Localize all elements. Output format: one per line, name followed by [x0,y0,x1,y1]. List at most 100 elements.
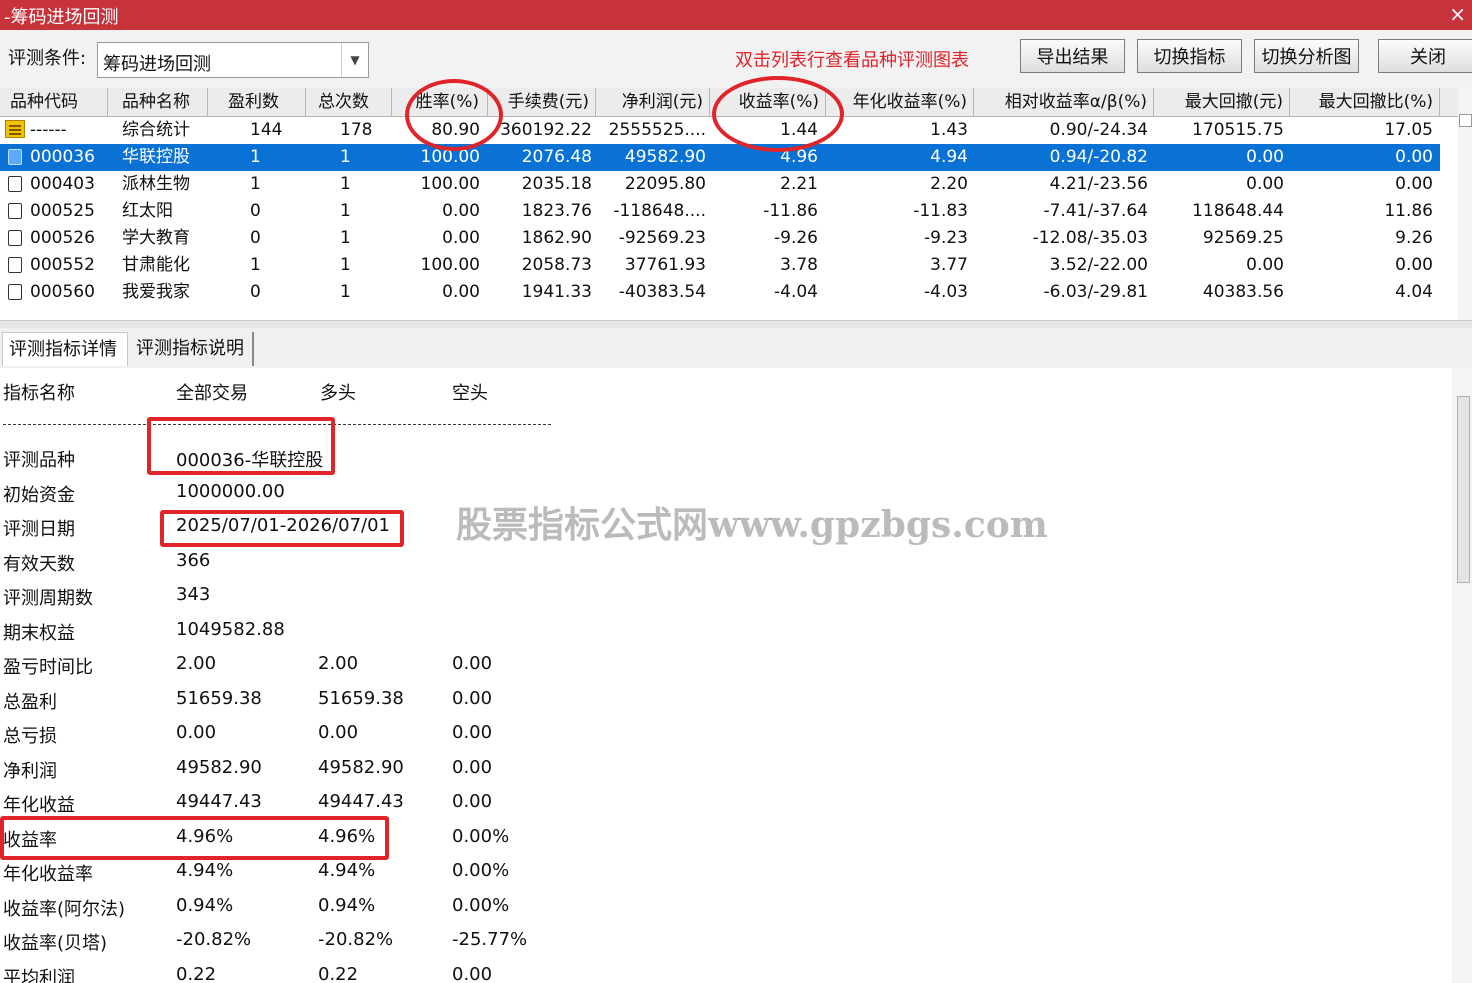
detail-header-name: 指标名称 [3,383,75,404]
cell-total: 1 [340,255,351,275]
table-row[interactable]: 000036 华联控股 1 1 100.00 2076.48 49582.90 4.96 4.9… [0,144,1440,171]
cell-ddr: 11.86 [1384,201,1433,221]
detail-header-all: 全部交易 [176,383,248,404]
metric-label: 评测品种 [3,450,75,471]
column-header-annual-return[interactable]: 年化收益率(%) [826,88,974,116]
metric-value-all: 0.22 [176,963,217,983]
metric-value-short: -25.77% [452,929,528,950]
document-icon [8,149,22,165]
tab-metric-description[interactable]: 评测指标说明 [130,332,254,366]
table-row[interactable]: 000560 我爱我家 0 1 0.00 1941.33 -40383.54 -4.04 -4.… [0,279,1440,306]
cell-annual: -9.23 [924,228,968,248]
cell-total: 1 [340,174,351,194]
column-header-net-profit[interactable]: 净利润(元) [596,88,710,116]
toolbar: 评测条件: 筹码进场回测 ▼ 双击列表行查看品种评测图表 导出结果 切换指标 切… [0,30,1472,88]
cell-ret: -4.04 [774,282,818,302]
metric-value-all: 4.94% [176,860,234,881]
cell-name: 红太阳 [122,201,173,221]
switch-chart-button[interactable]: 切换分析图 [1254,39,1359,73]
window-close-icon[interactable]: × [1449,2,1466,26]
cell-win-rate: 80.90 [431,120,480,140]
export-button[interactable]: 导出结果 [1020,39,1125,73]
cell-name: 综合统计 [122,120,190,140]
cell-total: 1 [340,147,351,167]
cell-win-rate: 0.00 [442,282,480,302]
cell-total: 178 [340,120,373,140]
table-row[interactable]: 000552 甘肃能化 1 1 100.00 2058.73 37761.93 3.78 3.7… [0,252,1440,279]
cell-ab: -12.08/-35.03 [1032,228,1148,248]
column-header-name[interactable]: 品种名称 [108,88,208,116]
column-header-fee[interactable]: 手续费(元) [488,88,596,116]
cell-fee: 1823.76 [521,201,592,221]
cell-ab: -7.41/-37.64 [1043,201,1148,221]
cell-ret: 2.21 [780,174,818,194]
cell-dd: 92569.25 [1202,228,1284,248]
column-header-wins[interactable]: 盈利数 [208,88,306,116]
cell-dd: 40383.56 [1202,282,1284,302]
detail-header-short: 空头 [452,383,488,404]
metric-value-all: 51659.38 [176,687,262,709]
column-header-max-drawdown[interactable]: 最大回撤(元) [1154,88,1290,116]
scroll-thumb[interactable] [1457,396,1470,583]
column-header-return[interactable]: 收益率(%) [710,88,826,116]
cell-ret: 4.96 [780,147,818,167]
document-icon [8,203,22,219]
metric-value-short: 0.00 [452,722,493,743]
metric-value-all: 366 [176,549,211,571]
document-icon [8,230,22,246]
scroll-box[interactable] [1459,114,1472,127]
cell-ddr: 0.00 [1395,147,1433,167]
cell-annual: 3.77 [930,255,968,275]
metric-value-short: 0.00 [452,653,493,674]
metric-label: 盈亏时间比 [3,657,93,678]
close-button[interactable]: 关闭 [1378,39,1472,73]
cell-win-rate: 0.00 [442,228,480,248]
table-row[interactable]: ------ 综合统计 144 178 80.90 360192.22 2555525...… [0,117,1440,144]
cell-wins: 1 [250,255,261,275]
switch-indicator-button[interactable]: 切换指标 [1137,39,1242,73]
metric-value-all: -20.82% [176,929,252,950]
detail-pane: 指标名称 全部交易 多头 空头 评测品种 000036-华联控股 初始资金 10000… [0,368,1452,983]
detail-scrollbar[interactable] [1452,368,1472,983]
cell-ddr: 0.00 [1395,255,1433,275]
metric-label: 总亏损 [3,726,57,747]
column-header-win-rate[interactable]: 胜率(%) [392,88,488,116]
metric-value-all: 2.00 [176,653,217,674]
table-row[interactable]: 000403 派林生物 1 1 100.00 2035.18 22095.80 2.21 2.2… [0,171,1440,198]
column-header-max-drawdown-ratio[interactable]: 最大回撤比(%) [1290,88,1440,116]
cell-code: 000036 [30,147,95,167]
cell-fee: 2076.48 [521,147,592,167]
metric-value-all: 1049582.88 [176,618,285,640]
metric-label: 净利润 [3,760,57,782]
column-header-alpha-beta[interactable]: 相对收益率α/β(%) [974,88,1154,116]
divider [3,424,551,425]
table-row[interactable]: 000526 学大教育 0 1 0.00 1862.90 -92569.23 -9.26 -9.… [0,225,1440,252]
metric-value-long: 0.22 [318,963,359,983]
tab-metric-details[interactable]: 评测指标详情 [2,332,128,366]
table-row[interactable]: 000525 红太阳 0 1 0.00 1823.76 -118648.... -11.86 -… [0,198,1440,225]
cell-wins: 0 [250,228,261,248]
results-grid[interactable]: 品种代码 品种名称 盈利数 总次数 胜率(%) 手续费(元) 净利润(元) 收益… [0,88,1458,320]
cell-name: 华联控股 [122,147,190,167]
metric-label: 有效天数 [3,553,75,575]
cell-code: 000525 [30,201,95,221]
metric-value-all: 0.00 [176,722,217,743]
cell-annual: -11.83 [913,201,968,221]
cell-dd: 0.00 [1246,174,1284,194]
grid-scrollbar[interactable] [1458,88,1472,320]
column-header-code[interactable]: 品种代码 [0,88,108,116]
condition-select[interactable]: 筹码进场回测 ▼ [97,42,369,78]
cell-fee: 2035.18 [521,174,592,194]
cell-fee: 1862.90 [521,228,592,248]
cell-net: -92569.23 [618,228,706,248]
cell-wins: 0 [250,201,261,221]
cell-code: 000560 [30,282,95,302]
watermark: 股票指标公式网www.gpzbgs.com [456,504,1048,546]
metric-value-long: 4.96% [318,825,376,847]
cell-name: 学大教育 [122,228,190,248]
condition-label: 评测条件: [8,48,87,69]
column-header-total[interactable]: 总次数 [306,88,392,116]
chevron-down-icon[interactable]: ▼ [341,43,368,77]
cell-annual: 2.20 [930,174,968,194]
metric-value-short: 0.00 [452,963,493,983]
